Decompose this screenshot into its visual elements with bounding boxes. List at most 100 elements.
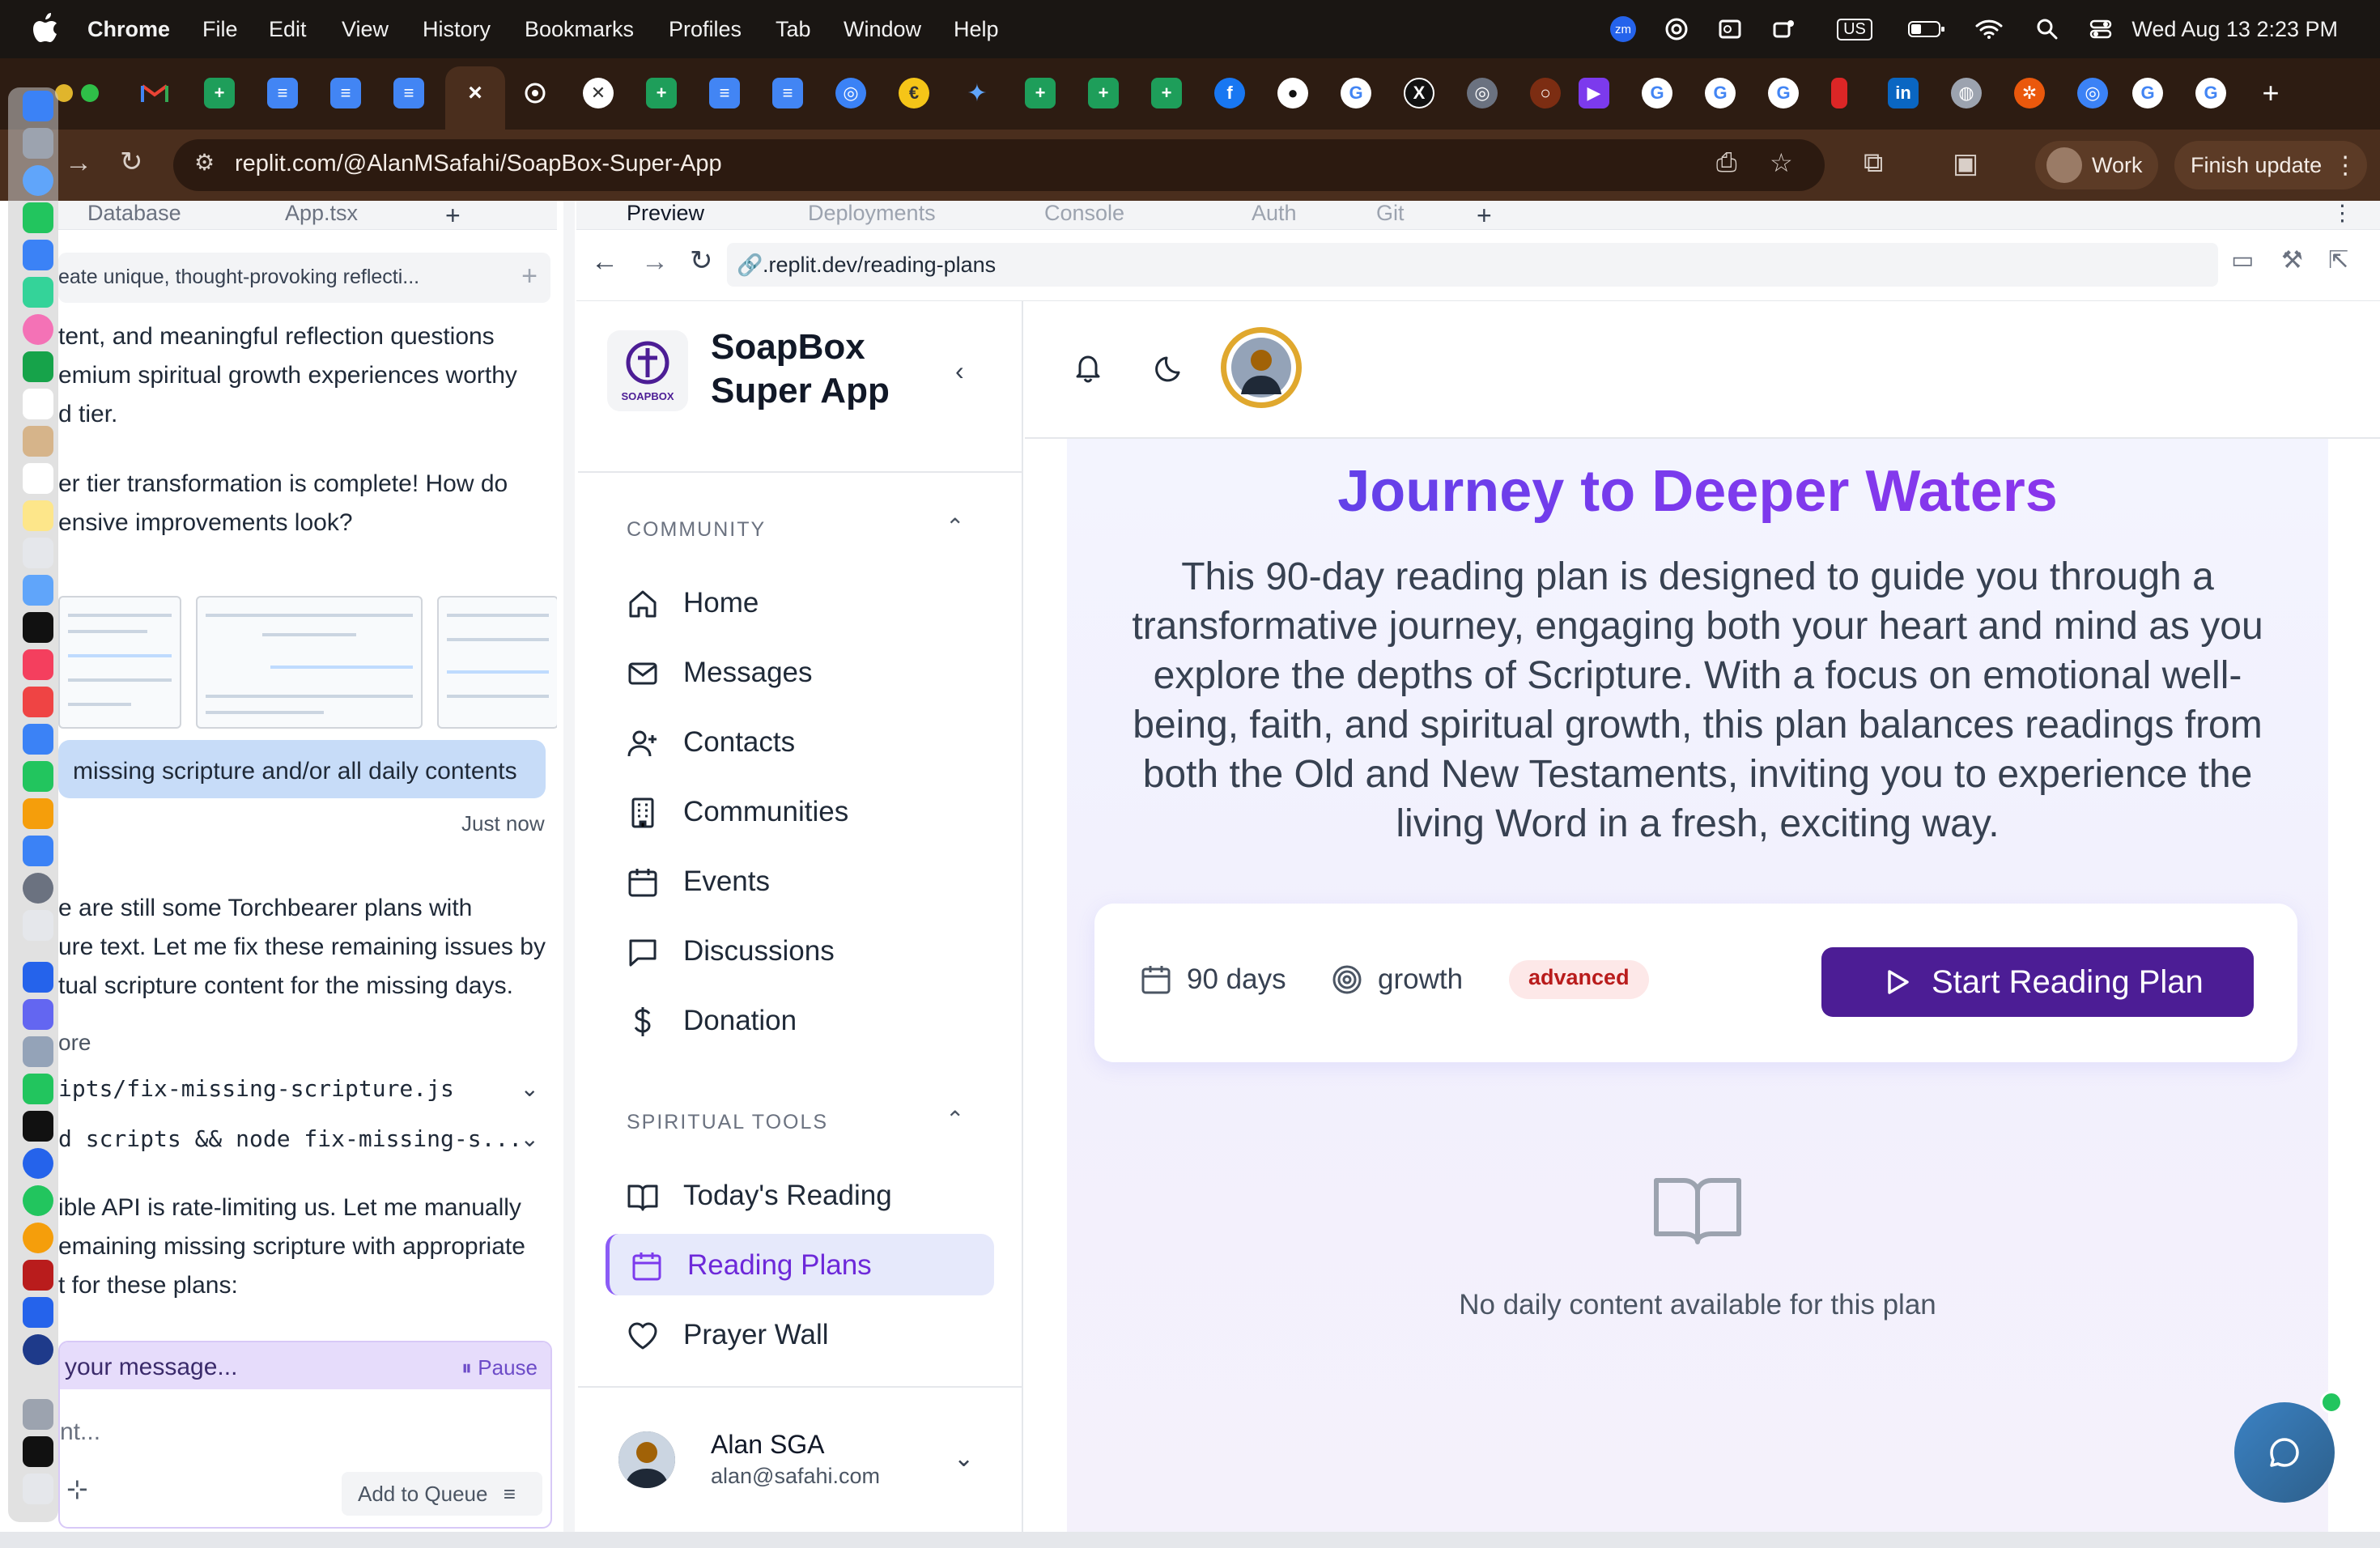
nav-item-todays-reading[interactable]: Today's Reading	[606, 1164, 994, 1226]
music-icon[interactable]	[23, 649, 53, 680]
menu-help[interactable]: Help	[954, 17, 999, 42]
generic-tab-icon[interactable]: ◎	[1467, 78, 1498, 108]
news-icon[interactable]	[23, 687, 53, 717]
menu-profiles[interactable]: Profiles	[669, 17, 742, 42]
chevron-up-icon[interactable]: ⌃	[946, 1106, 964, 1133]
whatsapp-icon[interactable]	[23, 1185, 53, 1216]
mail-icon[interactable]	[23, 240, 53, 270]
new-tab-icon[interactable]: +	[2255, 76, 2286, 109]
screenshot-thumbnail[interactable]	[437, 596, 557, 729]
wifi-icon[interactable]	[1975, 16, 2003, 42]
apple-logo-icon[interactable]	[32, 13, 58, 44]
google-docs-tab-icon[interactable]: ≡	[267, 78, 298, 108]
google-sheets-tab-icon[interactable]: +	[1025, 78, 1056, 108]
linkedin-tab-icon[interactable]: in	[1888, 78, 1919, 108]
freeform-icon[interactable]	[23, 538, 53, 568]
menu-tab[interactable]: Tab	[776, 17, 811, 42]
google-tab-icon[interactable]: G	[1642, 78, 1672, 108]
action-row[interactable]: ipts/fix-missing-scripture.js ⌄	[58, 1075, 550, 1116]
settings-sliders-icon[interactable]: ⊹	[66, 1474, 88, 1504]
safari-icon[interactable]	[23, 165, 53, 196]
menu-file[interactable]: File	[202, 17, 238, 42]
finder-icon[interactable]	[23, 91, 53, 121]
preview-url-text[interactable]: .replit.dev/reading-plans	[763, 253, 996, 278]
teams-icon[interactable]	[23, 999, 53, 1030]
zoom-icon[interactable]	[23, 1297, 53, 1328]
google-tab-icon[interactable]: G	[2132, 78, 2163, 108]
preview-reload-icon[interactable]: ↻	[690, 245, 713, 277]
app-logo[interactable]: SOAPBOX	[607, 330, 688, 411]
chrome-icon[interactable]	[23, 1223, 53, 1253]
google-tab-icon[interactable]: G	[1341, 78, 1371, 108]
trash-icon[interactable]	[23, 1474, 53, 1504]
google-docs-tab-icon[interactable]: ≡	[709, 78, 740, 108]
reminders-icon[interactable]	[23, 463, 53, 494]
x-twitter-tab-icon[interactable]: X	[1404, 78, 1434, 108]
menu-view[interactable]: View	[342, 17, 389, 42]
nav-item-reading-plans[interactable]: Reading Plans	[606, 1234, 994, 1295]
google-tab-icon[interactable]: G	[1705, 78, 1736, 108]
keyboard-layout-indicator[interactable]: US	[1834, 16, 1875, 42]
contacts-icon[interactable]	[23, 426, 53, 457]
collapse-sidebar-icon[interactable]: ‹	[955, 356, 964, 386]
chat-input-box[interactable]: your message... ⏸ Pause nt... ⊹ Add to Q…	[58, 1341, 552, 1529]
forward-icon[interactable]: →	[65, 147, 92, 179]
screenshot-folder-icon[interactable]	[23, 1436, 53, 1467]
google-docs-tab-icon[interactable]: ≡	[772, 78, 803, 108]
teams-status-icon[interactable]	[1770, 16, 1797, 42]
openai-tab-icon[interactable]	[520, 78, 550, 108]
avatar[interactable]	[618, 1431, 675, 1488]
nav-item-messages[interactable]: Messages	[606, 641, 994, 703]
dictionary-icon[interactable]	[23, 1260, 53, 1291]
apple-tv-icon[interactable]	[23, 612, 53, 643]
google-tab-icon[interactable]: G	[1768, 78, 1799, 108]
reload-icon[interactable]: ↻	[120, 146, 143, 178]
keynote-icon[interactable]	[23, 724, 53, 755]
facetime-icon[interactable]	[23, 351, 53, 382]
bookmark-star-icon[interactable]: ☆	[1770, 147, 1793, 178]
menu-history[interactable]: History	[423, 17, 491, 42]
google-docs-tab-icon[interactable]: ≡	[393, 78, 424, 108]
pages-icon[interactable]	[23, 798, 53, 829]
close-tab-icon[interactable]: ×	[460, 78, 491, 108]
notes-icon[interactable]	[23, 500, 53, 531]
spotlight-search-icon[interactable]	[2034, 16, 2061, 42]
extensions-icon[interactable]: ⧉	[1864, 147, 1883, 179]
action-row[interactable]: d scripts && node fix-missing-s... ⌄	[58, 1125, 550, 1166]
nav-item-home[interactable]: Home	[606, 572, 994, 633]
system-settings-icon[interactable]	[23, 873, 53, 904]
chat-fab-button[interactable]	[2234, 1402, 2335, 1503]
install-app-icon[interactable]: ⎙	[1716, 147, 1737, 178]
screenshot-thumbnail[interactable]	[58, 596, 181, 729]
google-sheets-tab-icon[interactable]: +	[646, 78, 677, 108]
nav-item-prayer-wall[interactable]: Prayer Wall	[606, 1303, 994, 1365]
task-header[interactable]: eate unique, thought-provoking reflecti.…	[58, 253, 550, 303]
more-options-icon[interactable]: ⋮	[2331, 201, 2353, 226]
downloads-icon[interactable]	[23, 1399, 53, 1430]
cleaner-icon[interactable]	[23, 1074, 53, 1104]
control-center-icon[interactable]	[2087, 16, 2114, 42]
app-store-icon[interactable]	[23, 836, 53, 866]
iphone-mirroring-icon[interactable]	[23, 910, 53, 941]
avatar[interactable]	[1221, 327, 1302, 408]
bluesky-tab-icon[interactable]: ◎	[835, 78, 866, 108]
google-sheets-tab-icon[interactable]: +	[1088, 78, 1119, 108]
google-sheets-tab-icon[interactable]: +	[1151, 78, 1182, 108]
nav-item-communities[interactable]: Communities	[606, 780, 994, 842]
chevron-down-icon[interactable]: ⌄	[954, 1444, 974, 1473]
menubar-clock[interactable]: Wed Aug 13 2:23 PM	[2131, 17, 2338, 42]
gmail-tab-icon[interactable]	[139, 78, 170, 108]
add-tab-icon[interactable]: +	[445, 201, 461, 231]
tab-console[interactable]: Console	[1044, 201, 1124, 226]
app-menu-chrome[interactable]: Chrome	[87, 17, 170, 42]
menu-edit[interactable]: Edit	[269, 17, 307, 42]
address-bar-url[interactable]: replit.com/@AlanMSafahi/SoapBox-Super-Ap…	[235, 151, 722, 177]
side-panel-icon[interactable]: ▣	[1953, 147, 1978, 180]
nav-item-events[interactable]: Events	[606, 850, 994, 912]
google-tab-icon[interactable]: G	[2195, 78, 2226, 108]
app-tsx-tab[interactable]: App.tsx	[285, 201, 358, 226]
new-task-icon[interactable]: +	[521, 261, 538, 292]
bell-icon[interactable]	[1072, 351, 1104, 384]
signal-icon[interactable]	[23, 1148, 53, 1179]
facebook-tab-icon[interactable]: f	[1214, 78, 1245, 108]
